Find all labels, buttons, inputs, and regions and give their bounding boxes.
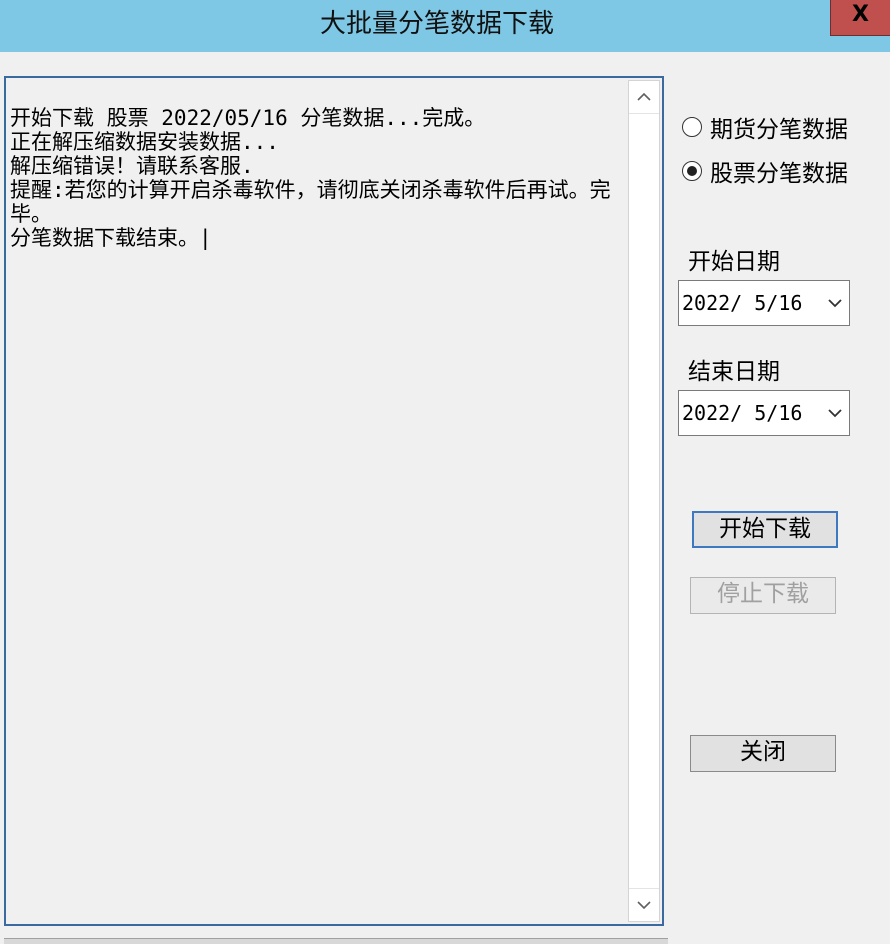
scroll-track[interactable] <box>629 113 659 889</box>
scroll-down-button[interactable] <box>629 889 659 921</box>
end-date-picker[interactable]: 2022/ 5/16 <box>678 390 850 436</box>
radio-stock-label: 股票分笔数据 <box>710 161 848 187</box>
bottom-edge <box>4 938 668 944</box>
radio-unchecked-icon <box>682 117 702 137</box>
end-date-label: 结束日期 <box>688 359 780 385</box>
window-close-button[interactable]: X <box>830 0 890 36</box>
start-date-value: 2022/ 5/16 <box>682 291 803 315</box>
window-title: 大批量分笔数据下载 <box>319 9 554 39</box>
download-log-textarea[interactable]: 开始下载 股票 2022/05/16 分笔数据...完成。 正在解压缩数据安装数… <box>4 76 664 926</box>
start-date-label: 开始日期 <box>688 249 780 275</box>
close-button[interactable]: 关闭 <box>690 735 836 772</box>
radio-stock-tick-data[interactable]: 股票分笔数据 <box>682 156 848 187</box>
chevron-up-icon <box>637 92 651 101</box>
start-download-button[interactable]: 开始下载 <box>692 511 838 548</box>
chevron-down-icon <box>821 298 849 308</box>
end-date-value: 2022/ 5/16 <box>682 401 803 425</box>
radio-futures-label: 期货分笔数据 <box>710 117 848 143</box>
stop-download-button[interactable]: 停止下载 <box>690 577 836 614</box>
chevron-down-icon <box>637 901 651 910</box>
radio-checked-icon <box>682 161 702 181</box>
download-log-text: 开始下载 股票 2022/05/16 分笔数据...完成。 正在解压缩数据安装数… <box>10 106 611 250</box>
scroll-up-button[interactable] <box>629 81 659 113</box>
start-date-picker[interactable]: 2022/ 5/16 <box>678 280 850 326</box>
title-bar: 大批量分笔数据下载 X <box>0 0 890 52</box>
radio-futures-tick-data[interactable]: 期货分笔数据 <box>682 112 848 143</box>
chevron-down-icon <box>821 408 849 418</box>
log-scrollbar[interactable] <box>628 80 660 922</box>
